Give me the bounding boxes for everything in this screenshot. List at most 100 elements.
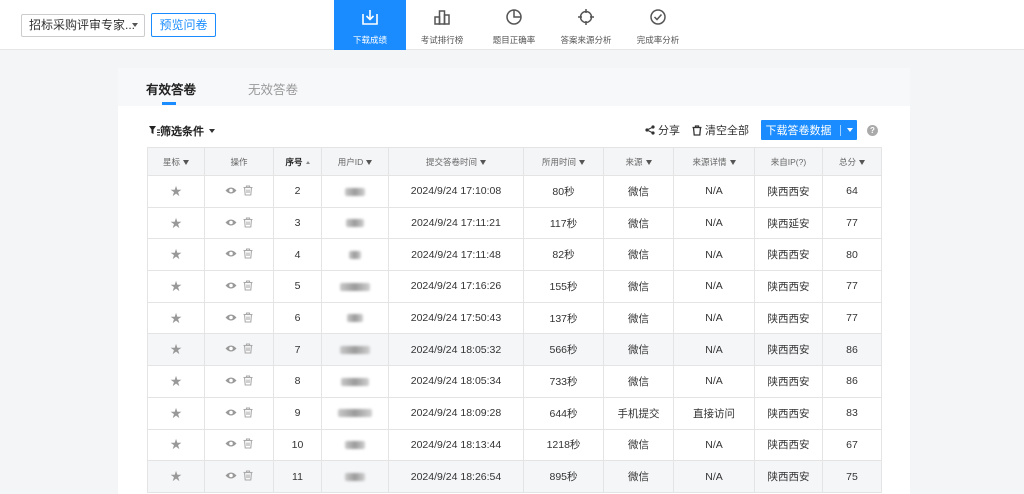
eye-icon[interactable] bbox=[225, 281, 237, 290]
trash-icon[interactable] bbox=[243, 312, 253, 323]
filter-icon bbox=[149, 126, 160, 136]
source-cell: 微信 bbox=[603, 238, 674, 272]
filter-icon[interactable] bbox=[579, 159, 585, 165]
toolbar: 分享 清空全部 下载答卷数据 ? bbox=[645, 120, 910, 140]
column-header-seq[interactable]: 序号 bbox=[273, 147, 322, 176]
source-cell: 微信 bbox=[603, 428, 674, 462]
download-data-button[interactable]: 下载答卷数据 bbox=[761, 120, 857, 140]
responses-table: 星标 操作 序号 用户ID 提交答卷时间 所用时间 来源 来源详情 来自IP(?… bbox=[147, 147, 882, 493]
star-cell: ★ bbox=[147, 396, 205, 430]
trash-icon[interactable] bbox=[243, 280, 253, 291]
duration-cell: 644秒 bbox=[523, 396, 604, 430]
star-icon[interactable]: ★ bbox=[170, 278, 183, 294]
nav-answer-source[interactable]: 答案来源分析 bbox=[550, 0, 622, 50]
duration-cell: 1218秒 bbox=[523, 428, 604, 462]
redacted-user-id bbox=[347, 314, 363, 323]
column-label: 来自IP(?) bbox=[770, 156, 807, 167]
filter-icon[interactable] bbox=[183, 159, 189, 165]
column-header-submit-time[interactable]: 提交答卷时间 bbox=[388, 147, 524, 176]
survey-select[interactable]: 招标采购评审专家... bbox=[21, 14, 145, 37]
star-icon[interactable]: ★ bbox=[170, 341, 183, 357]
column-label: 星标 bbox=[162, 156, 180, 167]
score-cell: 64 bbox=[822, 175, 882, 208]
trash-icon[interactable] bbox=[243, 248, 253, 259]
ip-cell: 陕西西安 bbox=[754, 301, 823, 335]
eye-icon[interactable] bbox=[225, 439, 237, 448]
filter-icon[interactable] bbox=[859, 159, 865, 165]
ip-cell: 陕西西安 bbox=[754, 428, 823, 462]
trash-icon[interactable] bbox=[243, 375, 253, 386]
score-cell: 83 bbox=[822, 396, 882, 430]
filter-icon[interactable] bbox=[645, 159, 652, 165]
trash-icon[interactable] bbox=[243, 343, 253, 354]
duration-cell: 80秒 bbox=[523, 175, 604, 208]
eye-icon[interactable] bbox=[225, 186, 237, 195]
tab-valid-responses[interactable]: 有效答卷 bbox=[146, 79, 196, 98]
redacted-user-id bbox=[345, 472, 365, 481]
filter-conditions[interactable]: 筛选条件 bbox=[149, 123, 215, 139]
nav-completion-rate[interactable]: 完成率分析 bbox=[622, 0, 694, 50]
column-label: 来源 bbox=[625, 156, 643, 167]
star-cell: ★ bbox=[147, 206, 205, 240]
share-button[interactable]: 分享 bbox=[645, 122, 680, 138]
help-icon[interactable]: ? bbox=[867, 124, 878, 136]
eye-icon[interactable] bbox=[225, 376, 237, 385]
star-icon[interactable]: ★ bbox=[170, 405, 183, 421]
column-header-star[interactable]: 星标 bbox=[147, 147, 205, 176]
eye-icon[interactable] bbox=[225, 249, 237, 258]
eye-icon[interactable] bbox=[225, 313, 237, 322]
clear-all-button[interactable]: 清空全部 bbox=[692, 122, 749, 138]
sort-icon[interactable] bbox=[305, 160, 310, 164]
source-cell: 微信 bbox=[603, 175, 674, 208]
seq-cell: 8 bbox=[273, 365, 322, 398]
trash-icon[interactable] bbox=[243, 407, 253, 418]
eye-icon[interactable] bbox=[225, 218, 237, 227]
column-header-user-id[interactable]: 用户ID bbox=[321, 147, 389, 176]
table-row: ★ 11 2024/9/24 18:26:54 895秒 微信 N/A 陕西西安 75 bbox=[147, 460, 882, 493]
column-header-source[interactable]: 来源 bbox=[603, 147, 674, 176]
user-id-cell bbox=[321, 396, 389, 430]
actions-cell bbox=[204, 206, 274, 240]
star-icon[interactable]: ★ bbox=[170, 468, 183, 484]
chevron-down-icon[interactable] bbox=[846, 128, 853, 132]
nav-exam-ranking[interactable]: 考试排行榜 bbox=[406, 0, 478, 50]
tab-invalid-responses[interactable]: 无效答卷 bbox=[248, 79, 298, 98]
star-icon[interactable]: ★ bbox=[170, 215, 183, 231]
trash-icon[interactable] bbox=[243, 438, 253, 449]
star-icon[interactable]: ★ bbox=[170, 183, 183, 199]
seq-cell: 9 bbox=[273, 396, 322, 430]
user-id-cell bbox=[321, 175, 389, 208]
preview-survey-button[interactable]: 预览问卷 bbox=[151, 13, 216, 37]
actions-cell bbox=[204, 396, 274, 430]
filter-icon[interactable] bbox=[729, 159, 736, 165]
star-icon[interactable]: ★ bbox=[170, 436, 183, 452]
seq-cell: 7 bbox=[273, 333, 322, 367]
user-id-cell bbox=[321, 460, 389, 493]
table-row: ★ 5 2024/9/24 17:16:26 155秒 微信 N/A 陕西西安 77 bbox=[147, 270, 882, 303]
column-header-duration[interactable]: 所用时间 bbox=[523, 147, 604, 176]
nav-download-results[interactable]: 下载成绩 bbox=[334, 0, 406, 50]
filter-icon[interactable] bbox=[480, 159, 486, 165]
eye-icon[interactable] bbox=[225, 471, 237, 480]
score-cell: 67 bbox=[822, 428, 882, 462]
nav-label: 下载成绩 bbox=[352, 35, 387, 45]
star-icon[interactable]: ★ bbox=[170, 310, 183, 326]
star-cell: ★ bbox=[147, 428, 205, 462]
trash-icon[interactable] bbox=[243, 470, 253, 481]
share-icon bbox=[645, 125, 655, 135]
star-icon[interactable]: ★ bbox=[170, 373, 183, 389]
source-cell: 手机提交 bbox=[603, 396, 674, 430]
eye-icon[interactable] bbox=[225, 344, 237, 353]
source-detail-cell: N/A bbox=[673, 301, 755, 335]
column-header-ip[interactable]: 来自IP(?) bbox=[754, 147, 823, 176]
star-icon[interactable]: ★ bbox=[170, 246, 183, 262]
seq-cell: 10 bbox=[273, 428, 322, 462]
column-header-score[interactable]: 总分 bbox=[822, 147, 882, 176]
nav-question-accuracy[interactable]: 题目正确率 bbox=[478, 0, 550, 50]
trash-icon[interactable] bbox=[243, 216, 253, 228]
eye-icon[interactable] bbox=[225, 408, 237, 417]
nav-label: 考试排行榜 bbox=[420, 35, 464, 45]
column-header-source-detail[interactable]: 来源详情 bbox=[673, 147, 755, 176]
filter-icon[interactable] bbox=[366, 159, 373, 165]
trash-icon[interactable] bbox=[243, 185, 253, 196]
